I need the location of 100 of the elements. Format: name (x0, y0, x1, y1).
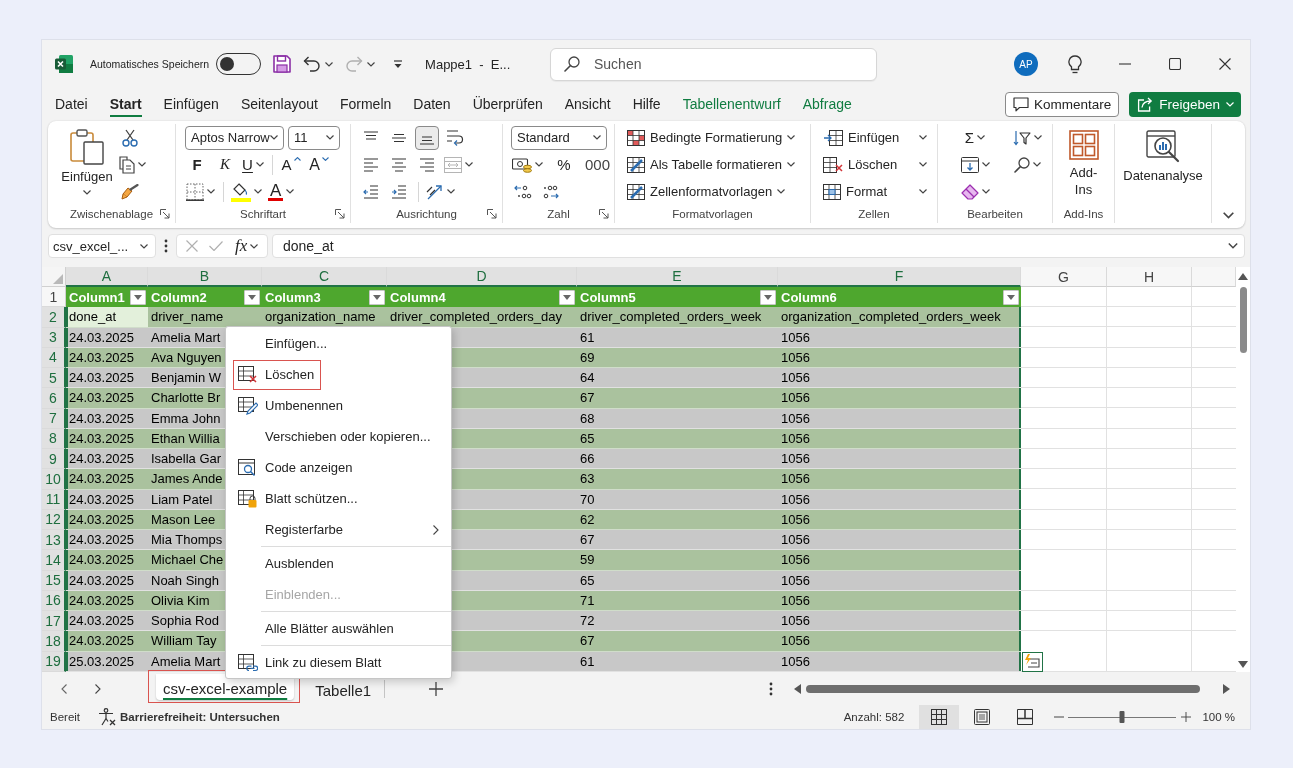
column-header[interactable]: D (387, 267, 577, 287)
cell-styles-button[interactable]: Zellenformatvorlagen (625, 179, 788, 204)
filter-button[interactable] (1003, 289, 1019, 305)
row-header[interactable]: 7 (42, 408, 66, 429)
name-box[interactable]: csv_excel_... (48, 234, 156, 258)
format-as-table-button[interactable]: Als Tabelle formatieren (625, 152, 797, 177)
row-header[interactable]: 14 (42, 550, 66, 571)
column-header[interactable]: E (577, 267, 778, 287)
scroll-up-icon[interactable] (1238, 273, 1248, 280)
save-icon[interactable] (273, 55, 292, 73)
row-header[interactable]: 8 (42, 428, 66, 449)
row-header[interactable]: 18 (42, 631, 66, 652)
row-header[interactable]: 10 (42, 469, 66, 490)
ribbon-tab[interactable]: Start (109, 91, 142, 117)
insert-cells-button[interactable]: Einfügen (821, 125, 929, 150)
row-header[interactable]: 5 (42, 368, 66, 389)
undo-button[interactable] (303, 56, 334, 72)
row-header[interactable]: 6 (42, 388, 66, 409)
customize-menu-icon[interactable] (393, 59, 404, 69)
chevron-right-icon[interactable] (95, 683, 101, 694)
menu-item[interactable]: Löschen (226, 359, 451, 390)
caret-icon[interactable] (1223, 212, 1234, 219)
ribbon-tab[interactable]: Überprüfen (472, 91, 543, 117)
lightning-table-icon[interactable] (1022, 651, 1043, 672)
menu-item[interactable]: Code anzeigen (226, 452, 451, 483)
scroll-left-icon[interactable] (794, 683, 801, 694)
row-header[interactable]: 4 (42, 347, 66, 368)
autosum-button[interactable]: Σ (950, 125, 1000, 150)
font-name-dropdown[interactable]: Aptos Narrow (185, 125, 284, 150)
maximize-icon[interactable] (1169, 58, 1181, 70)
row-header[interactable]: 1 (42, 287, 66, 308)
bold-button[interactable]: F (185, 152, 209, 177)
row-header[interactable]: 19 (42, 651, 66, 672)
ribbon-tab[interactable]: Formeln (339, 91, 392, 117)
filter-button[interactable] (559, 289, 575, 305)
ribbon-tab[interactable]: Ansicht (564, 91, 611, 117)
scroll-right-icon[interactable] (1223, 683, 1230, 694)
column-header[interactable]: F (778, 267, 1021, 287)
row-header[interactable]: 9 (42, 449, 66, 470)
scrollbar-thumb[interactable] (1239, 287, 1247, 353)
account-avatar[interactable]: AP (1014, 52, 1038, 76)
conditional-formatting-button[interactable]: Bedingte Formatierung (625, 125, 798, 150)
ribbon-tab[interactable]: Abfrage (802, 91, 852, 117)
zoom-level-button[interactable]: 100 % (1202, 711, 1235, 723)
italic-button[interactable]: K (213, 152, 237, 177)
column-header[interactable]: B (148, 267, 262, 287)
row-header[interactable]: 17 (42, 611, 66, 632)
lightbulb-icon[interactable] (1068, 54, 1082, 74)
row-header[interactable]: 12 (42, 509, 66, 530)
dialog-launcher-icon[interactable] (335, 209, 345, 219)
menu-item[interactable]: Einfügen... (226, 328, 451, 359)
ribbon-tab[interactable]: Hilfe (632, 91, 661, 117)
dialog-launcher-icon[interactable] (487, 209, 497, 219)
search-field[interactable]: Suchen (550, 47, 877, 81)
filter-button[interactable] (130, 289, 146, 305)
filter-button[interactable] (369, 289, 385, 305)
ribbon-tab[interactable]: Einfügen (163, 91, 219, 117)
font-color-button[interactable]: A (267, 179, 296, 204)
menu-item[interactable]: Registerfarbe (226, 514, 451, 545)
row-header[interactable]: 2 (42, 307, 66, 328)
column-header[interactable]: G (1021, 267, 1107, 287)
plus-icon[interactable] (1181, 712, 1192, 722)
ribbon-tab[interactable]: Datei (55, 91, 88, 117)
filter-button[interactable] (244, 289, 260, 305)
number-format-dropdown[interactable]: Standard (511, 125, 607, 150)
sheet-tab[interactable]: Tabelle1 (308, 681, 379, 700)
menu-item[interactable]: Verschieben oder kopieren... (226, 421, 451, 452)
normal-view-button[interactable] (919, 705, 960, 729)
paste-button[interactable]: Einfügen (56, 124, 118, 205)
menu-item[interactable]: Umbenennen (226, 390, 451, 421)
check-icon[interactable] (209, 241, 224, 251)
add-ins-button[interactable]: Add-Ins (1053, 124, 1114, 205)
ribbon-tab[interactable]: Daten (413, 91, 451, 117)
insert-function-button[interactable]: fx (234, 236, 259, 256)
chevron-left-icon[interactable] (61, 683, 67, 694)
more-icon[interactable] (769, 681, 773, 696)
row-header[interactable]: 16 (42, 590, 66, 611)
dialog-launcher-icon[interactable] (160, 209, 170, 219)
ribbon-tab[interactable]: Tabellenentwurf (682, 91, 781, 117)
plus-icon[interactable] (429, 681, 444, 696)
menu-item[interactable]: Ausblenden (226, 548, 451, 579)
scroll-down-icon[interactable] (1238, 661, 1248, 668)
row-header[interactable]: 13 (42, 530, 66, 551)
close-icon[interactable] (1219, 58, 1231, 70)
row-header[interactable]: 15 (42, 570, 66, 591)
dialog-launcher-icon[interactable] (599, 209, 609, 219)
shrink-font-button[interactable]: A (307, 152, 331, 177)
format-cells-button[interactable]: Format (821, 179, 929, 204)
menu-item[interactable]: Blatt schützen... (226, 483, 451, 514)
font-size-dropdown[interactable]: 11 (288, 125, 340, 150)
underline-button[interactable]: U (241, 152, 265, 177)
slider-thumb[interactable] (1119, 711, 1125, 723)
comments-button[interactable]: Kommentare (1004, 91, 1120, 117)
grow-font-button[interactable]: A (279, 152, 303, 177)
more-icon[interactable] (164, 239, 168, 253)
column-header[interactable]: A (66, 267, 148, 287)
scrollbar-thumb[interactable] (806, 684, 1200, 693)
thousands-button[interactable]: 000 (584, 152, 612, 177)
row-header[interactable]: 11 (42, 489, 66, 510)
filter-button[interactable] (760, 289, 776, 305)
